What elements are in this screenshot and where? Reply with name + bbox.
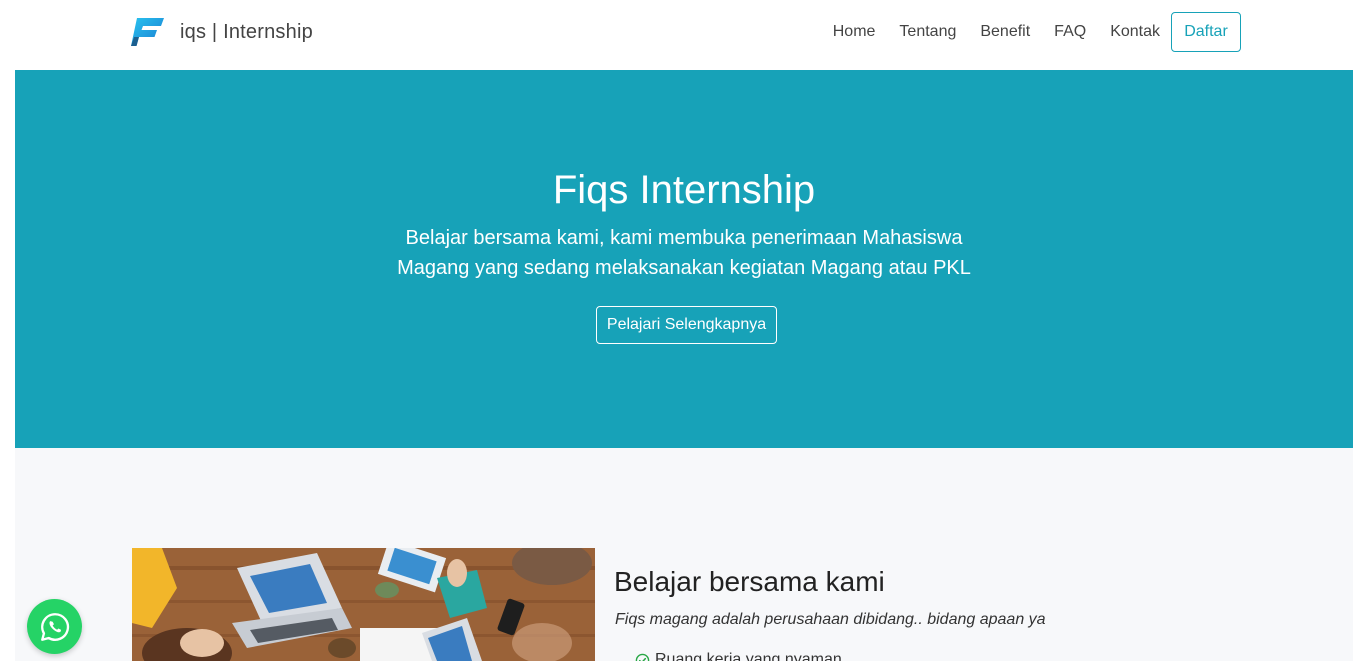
office-photo-illustration (132, 548, 595, 661)
navbar: iqs | Internship Home Tentang Benefit FA… (0, 0, 1353, 70)
hero-subtitle-line-2: Magang yang sedang melaksanakan kegiatan… (397, 257, 971, 279)
about-list-item: Ruang kerja yang nyaman (635, 650, 842, 661)
fiqs-logo-icon (131, 18, 164, 46)
whatsapp-button[interactable] (27, 599, 82, 654)
nav-menu: Home Tentang Benefit FAQ Kontak Daftar (809, 12, 1241, 52)
brand-name: iqs | Internship (180, 20, 313, 43)
learn-more-button[interactable]: Pelajari Selengkapnya (596, 306, 777, 344)
nav-link-home[interactable]: Home (833, 12, 876, 52)
brand[interactable]: iqs | Internship (131, 14, 313, 50)
nav-link-benefit[interactable]: Benefit (980, 12, 1030, 52)
about-title: Belajar bersama kami (614, 566, 885, 597)
hero-title: Fiqs Internship (552, 168, 816, 212)
about-section: Belajar bersama kami Fiqs magang adalah … (15, 448, 1353, 661)
office-photo (132, 548, 595, 661)
check-circle-icon (635, 653, 650, 661)
hero-subtitle: Belajar bersama kami, kami membuka pener… (15, 223, 1353, 283)
nav-link-tentang[interactable]: Tentang (899, 12, 956, 52)
nav-link-faq[interactable]: FAQ (1054, 12, 1086, 52)
hero-section: Fiqs Internship Belajar bersama kami, ka… (15, 70, 1353, 448)
whatsapp-icon (40, 612, 69, 641)
about-description: Fiqs magang adalah perusahaan dibidang..… (615, 611, 1046, 628)
hero-subtitle-line-1: Belajar bersama kami, kami membuka pener… (405, 227, 963, 249)
daftar-button[interactable]: Daftar (1171, 12, 1241, 52)
about-list-item-text: Ruang kerja yang nyaman (655, 651, 842, 661)
nav-link-kontak[interactable]: Kontak (1110, 12, 1160, 52)
